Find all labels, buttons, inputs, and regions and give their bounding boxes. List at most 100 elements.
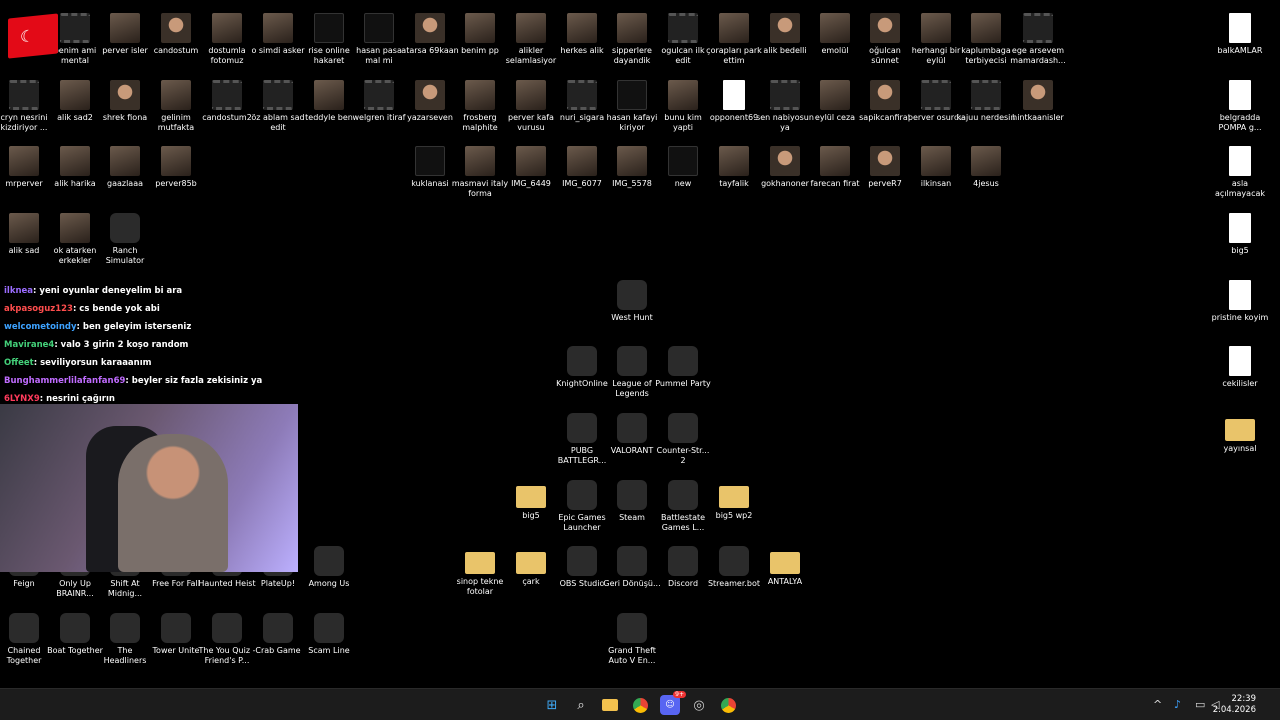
desktop-icon[interactable]: belgradda POMPA g... <box>1215 80 1265 133</box>
desktop-icon[interactable]: Scam Line <box>304 613 354 656</box>
desktop-icon[interactable]: pristine koyim <box>1212 280 1268 323</box>
start-icon[interactable]: ⊞ <box>542 695 562 715</box>
search-icon[interactable]: ⌕ <box>571 695 591 715</box>
desktop-icon[interactable]: Counter-Str... 2 <box>657 413 709 466</box>
chrome-icon[interactable] <box>630 695 650 715</box>
desktop-icon[interactable]: tayfalik <box>709 146 759 189</box>
desktop-icon[interactable]: KnightOnline <box>556 346 608 389</box>
desktop-icon[interactable]: Steam <box>607 480 657 523</box>
desktop-icon[interactable]: asla açılmayacak <box>1215 146 1265 199</box>
desktop-icon[interactable]: The Headliners <box>100 613 150 666</box>
discord-icon[interactable]: ☺ 9+ <box>660 691 686 715</box>
desktop-icon[interactable]: cryn nesrini kizdiriyor ... <box>0 80 49 133</box>
desktop-icon[interactable]: Geri Dönüşü... <box>603 546 661 589</box>
desktop-icon[interactable]: sinop tekne fotolar <box>455 546 505 597</box>
desktop-icon[interactable]: big5 <box>506 480 556 521</box>
desktop-icon[interactable]: welgren itiraf <box>352 80 406 123</box>
desktop-icon[interactable]: kaplumbaga terbiyecisi <box>961 13 1011 66</box>
desktop-icon[interactable]: nuri_sigara <box>557 80 607 123</box>
network-icon[interactable]: ▭ <box>1195 698 1205 711</box>
desktop-icon[interactable]: IMG_5578 <box>607 146 657 189</box>
desktop-icon[interactable]: çark <box>506 546 556 587</box>
desktop-icon[interactable]: atarsa 69kaan <box>401 13 459 56</box>
desktop-icon[interactable]: hintkaanisler <box>1012 80 1064 123</box>
desktop-icon[interactable]: yayınsal <box>1215 413 1265 454</box>
desktop-icon[interactable]: Discord <box>658 546 708 589</box>
desktop-icon[interactable]: sipperlere dayandik <box>607 13 657 66</box>
desktop-icon[interactable]: frosberg malphite <box>455 80 505 133</box>
desktop-icon[interactable]: big5 wp2 <box>709 480 759 521</box>
desktop-icon[interactable]: Battlestate Games L... <box>658 480 708 533</box>
desktop-icon[interactable]: bunu kim yapti <box>658 80 708 133</box>
desktop-icon[interactable]: big5 <box>1215 213 1265 256</box>
desktop-icon[interactable]: Chained Together <box>0 613 49 666</box>
desktop-icon[interactable]: shrek fiona <box>100 80 150 123</box>
desktop-icon[interactable]: perveR7 <box>860 146 910 189</box>
desktop-icon[interactable]: VALORANT <box>607 413 657 456</box>
desktop-icon[interactable]: hasan kafayi kiriyor <box>607 80 657 133</box>
desktop-icon[interactable]: Epic Games Launcher <box>557 480 607 533</box>
desktop-icon[interactable]: Among Us <box>304 546 354 589</box>
desktop-icon[interactable]: sapikcanfirat <box>859 80 911 123</box>
desktop-icon[interactable]: emolül <box>810 13 860 56</box>
obs-icon[interactable]: ◎ <box>689 695 709 715</box>
desktop-icon[interactable]: ogulcan ilk edit <box>658 13 708 66</box>
desktop-icon[interactable]: hasan pasa mal mi <box>354 13 404 66</box>
desktop-icon[interactable]: mrperver <box>0 146 49 189</box>
desktop-icon[interactable]: dostumla fotomuz <box>202 13 252 66</box>
desktop-icon[interactable]: perver osurdu <box>908 80 964 123</box>
desktop-icon[interactable]: oğulcan sünnet <box>860 13 910 66</box>
desktop-icon[interactable]: candostum2 <box>202 80 252 123</box>
chevron-up-icon[interactable]: ^ <box>1153 698 1162 711</box>
desktop-icon[interactable]: ilkinsan <box>911 146 961 189</box>
desktop-icon[interactable]: Crab Game <box>253 613 303 656</box>
desktop-icon[interactable]: kuklanasi <box>405 146 455 189</box>
file-explorer-icon[interactable] <box>600 695 620 715</box>
desktop-icon[interactable]: Ranch Simulator <box>100 213 150 266</box>
desktop-icon[interactable]: gokhanoner <box>760 146 810 189</box>
desktop-icon[interactable]: masmavi italy forma <box>452 146 508 199</box>
desktop-icon[interactable]: yazarseven <box>405 80 455 123</box>
desktop-icon[interactable]: IMG_6077 <box>557 146 607 189</box>
desktop-icon[interactable]: perver kafa vurusu <box>506 80 556 133</box>
desktop-icon[interactable]: kajuu nerdesin <box>957 80 1015 123</box>
desktop-icon[interactable]: Tower Unite <box>151 613 201 656</box>
desktop-icon[interactable]: balkAMLAR <box>1215 13 1265 56</box>
desktop-icon[interactable]: öz ablam sad edit <box>251 80 305 133</box>
desktop-icon[interactable]: ANTALYA <box>760 546 810 587</box>
desktop-icon[interactable]: opponent69 <box>709 80 759 123</box>
desktop-icon[interactable]: PUBG BATTLEGR... <box>557 413 607 466</box>
desktop-icon[interactable]: çorapları park ettim <box>706 13 762 66</box>
desktop-icon[interactable]: candostum <box>151 13 201 56</box>
desktop-icon[interactable]: eylül ceza <box>810 80 860 123</box>
desktop-icon[interactable]: o simdi asker <box>251 13 305 56</box>
microphone-icon[interactable]: ♪ <box>1174 698 1181 711</box>
desktop-icon[interactable]: sen nabiyosun ya <box>756 80 814 133</box>
desktop-icon[interactable]: alik sad <box>0 213 49 256</box>
desktop-icon[interactable]: perver isler <box>100 13 150 56</box>
desktop-icon[interactable]: farecan firat <box>810 146 860 189</box>
desktop-icon[interactable]: rise online hakaret <box>304 13 354 66</box>
desktop-icon[interactable]: ege arsevem mamardash... <box>1010 13 1066 66</box>
desktop-icon[interactable]: 4jesus <box>961 146 1011 189</box>
desktop-icon[interactable]: The You Quiz - Friend's P... <box>199 613 255 666</box>
desktop-icon[interactable]: IMG_6449 <box>506 146 556 189</box>
desktop-icon[interactable]: alik sad2 <box>50 80 100 123</box>
desktop-icon[interactable]: League of Legends <box>607 346 657 399</box>
desktop-icon[interactable]: teddyle ben <box>304 80 354 123</box>
desktop-icon[interactable]: perver85b <box>151 146 201 189</box>
desktop-icon[interactable]: alik bedelli <box>760 13 810 56</box>
desktop-icon[interactable]: herhangi bir eylül <box>911 13 961 66</box>
desktop-icon[interactable]: alik harika <box>50 146 100 189</box>
desktop-icon[interactable]: Streamer.bot <box>708 546 760 589</box>
desktop-icon[interactable]: West Hunt <box>607 280 657 323</box>
desktop-icon[interactable]: Pummel Party <box>655 346 711 389</box>
desktop-icon[interactable]: new <box>658 146 708 189</box>
desktop-icon[interactable]: alikler selamlasiyor <box>506 13 556 66</box>
desktop-icon[interactable]: OBS Studio <box>557 546 607 589</box>
chrome-icon[interactable] <box>718 695 738 715</box>
desktop-icon[interactable]: gelinim mutfakta <box>151 80 201 133</box>
clock[interactable]: 22:39 2.04.2026 <box>1213 694 1256 716</box>
desktop-icon[interactable]: herkes alik <box>557 13 607 56</box>
desktop-icon[interactable]: cekilisler <box>1215 346 1265 389</box>
